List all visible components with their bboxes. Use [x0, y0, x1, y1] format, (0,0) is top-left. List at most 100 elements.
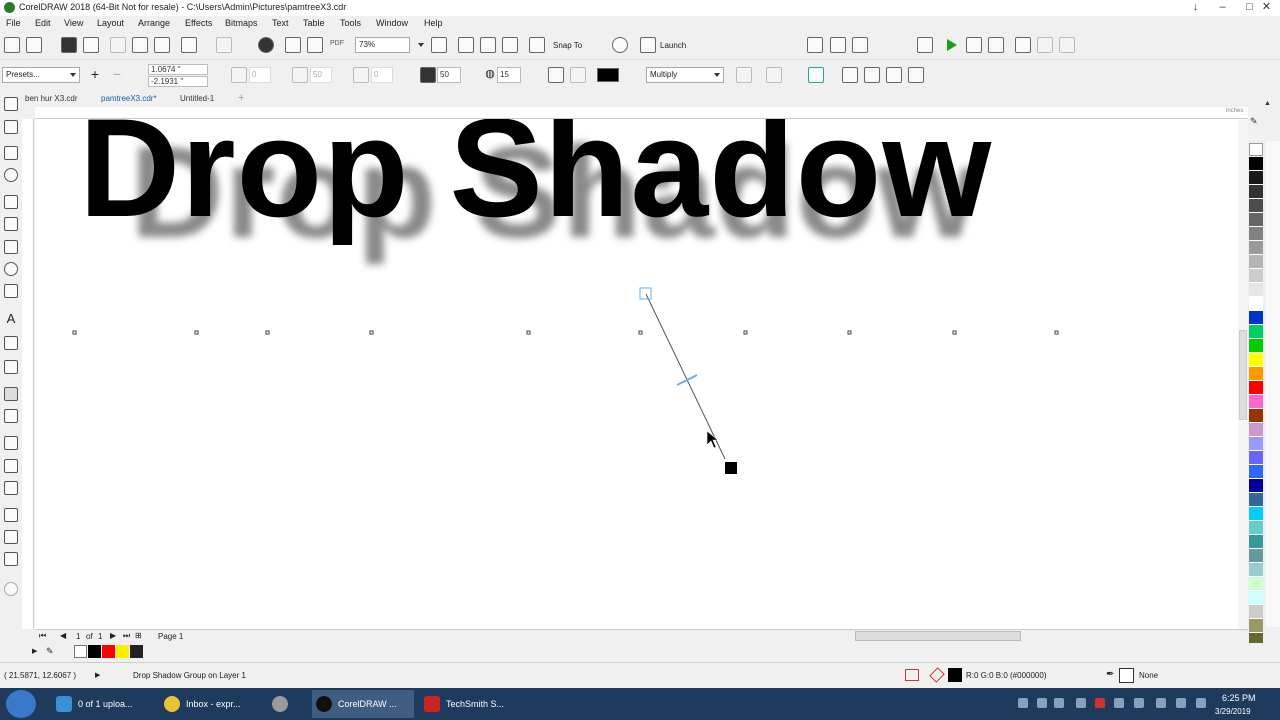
presets-dropdown[interactable]: Presets... — [2, 67, 80, 83]
add-page-icon[interactable]: ⊞ — [135, 631, 142, 640]
palette-swatch[interactable] — [1249, 297, 1263, 311]
shadow-stretch-input[interactable]: 50 — [310, 67, 332, 83]
copy-shadow-properties-icon[interactable] — [736, 67, 752, 83]
show-guidelines-icon[interactable] — [502, 37, 518, 53]
palette-swatch[interactable] — [1249, 507, 1263, 521]
menu-file[interactable]: File — [6, 18, 21, 28]
menu-help[interactable]: Help — [424, 18, 443, 28]
macro-record-icon[interactable] — [966, 37, 982, 53]
palette-swatch[interactable] — [1249, 395, 1263, 409]
palette-swatch[interactable] — [1249, 577, 1263, 591]
palette-scroll-up-icon[interactable]: ▲ — [1264, 100, 1278, 112]
tray-icon-2[interactable] — [1037, 698, 1047, 708]
palette-swatch[interactable] — [1249, 521, 1263, 535]
snap-off-icon[interactable] — [529, 37, 545, 53]
parallel-dimension-icon[interactable] — [4, 336, 18, 350]
snap-to-dropdown[interactable]: Snap To — [553, 41, 582, 50]
taskbar-coreldraw[interactable]: CorelDRAW ... — [312, 690, 414, 718]
publish-pdf-icon[interactable]: PDF — [330, 40, 344, 47]
connector-tool-icon[interactable] — [4, 360, 18, 374]
palette-swatch[interactable] — [1249, 157, 1263, 171]
launch-dropdown[interactable]: Launch — [660, 41, 686, 50]
palette-swatch[interactable] — [1249, 493, 1263, 507]
palette-swatch[interactable] — [1249, 353, 1263, 367]
palette-swatch[interactable] — [1249, 465, 1263, 479]
text-tool-extra-icon[interactable] — [807, 37, 823, 53]
palette-swatch[interactable] — [1249, 269, 1263, 283]
show-rulers-icon[interactable] — [458, 37, 474, 53]
horizontal-scroll-thumb[interactable] — [855, 631, 1021, 641]
eyedropper-tool-icon[interactable] — [4, 436, 18, 450]
tab-untitled[interactable]: Untitled-1 — [180, 94, 214, 103]
color-eyedropper-icon[interactable] — [4, 530, 18, 544]
freehand-tool-icon[interactable] — [4, 195, 18, 209]
text-tool-icon[interactable]: A — [4, 311, 18, 326]
rectangle-tool-icon[interactable] — [4, 240, 18, 254]
palette-swatch[interactable] — [1249, 255, 1263, 269]
fill-color-swatch[interactable] — [948, 668, 962, 682]
artistic-media-icon[interactable] — [4, 217, 18, 231]
palette-swatch[interactable] — [1249, 171, 1263, 185]
palette-swatch[interactable] — [1249, 591, 1263, 605]
crop-tool-icon[interactable] — [4, 146, 18, 160]
page-tab[interactable]: Page 1 — [158, 632, 183, 641]
options-gear-icon[interactable] — [612, 37, 628, 53]
taskbar-chrome[interactable]: Inbox - expr... — [160, 690, 260, 718]
taskbar-techsmith[interactable]: TechSmith S... — [420, 690, 522, 718]
stop-record-icon[interactable] — [1015, 37, 1031, 53]
palette-swatch[interactable] — [1249, 213, 1263, 227]
ellipse-tool-icon[interactable] — [4, 262, 18, 276]
palette-swatch[interactable] — [1249, 619, 1263, 633]
palette-swatch[interactable] — [1249, 605, 1263, 619]
drop-shadow-tool-icon[interactable] — [4, 387, 18, 401]
doc-swatch-dark[interactable] — [130, 645, 143, 658]
palette-swatch[interactable] — [1249, 367, 1263, 381]
pick-tool-icon[interactable] — [4, 97, 18, 111]
volume-icon[interactable] — [1176, 698, 1186, 708]
no-outline-swatch-icon[interactable] — [1119, 668, 1134, 683]
drawing-canvas[interactable]: Drop Shadow Drop Shadow — [35, 119, 1238, 629]
palette-swatch[interactable] — [1249, 325, 1263, 339]
palette-swatch[interactable] — [1249, 227, 1263, 241]
menu-window[interactable]: Window — [376, 18, 408, 28]
add-tab-icon[interactable]: + — [238, 92, 244, 104]
remove-effect-icon[interactable] — [908, 67, 924, 83]
save-icon[interactable] — [61, 37, 77, 53]
restore-down-icon[interactable]: ↓ — [1182, 0, 1209, 16]
clock-time[interactable]: 6:25 PM — [1222, 693, 1256, 703]
docker-window-icon[interactable] — [917, 37, 933, 53]
menu-text[interactable]: Text — [272, 18, 289, 28]
tab-pamtree[interactable]: pamtreeX3.cdr* — [101, 94, 157, 103]
taskbar-app[interactable] — [268, 690, 298, 718]
shadow-angle-input[interactable]: 0 — [249, 67, 271, 83]
print-icon[interactable] — [83, 37, 99, 53]
shadow-y-offset-input[interactable]: -2.1931 " — [148, 76, 208, 87]
menu-effects[interactable]: Effects — [185, 18, 212, 28]
zoom-level-dropdown[interactable]: 73% — [355, 37, 410, 53]
palette-swatch[interactable] — [1249, 185, 1263, 199]
vertical-ruler[interactable] — [22, 119, 34, 629]
new-document-icon[interactable] — [4, 37, 20, 53]
add-preset-icon[interactable]: + — [87, 67, 103, 83]
shadow-x-offset-input[interactable]: 1.0674 " — [148, 64, 208, 75]
transparency-tool-icon[interactable] — [4, 409, 18, 423]
remove-preset-icon[interactable]: − — [109, 67, 125, 83]
horizontal-ruler[interactable] — [35, 107, 1248, 119]
copy-icon[interactable] — [132, 37, 148, 53]
tray-icon-4[interactable] — [1076, 698, 1086, 708]
cut-icon[interactable] — [110, 37, 126, 53]
palette-swatch[interactable] — [1249, 409, 1263, 423]
menu-view[interactable]: View — [64, 18, 83, 28]
feather-direction-icon[interactable] — [548, 67, 564, 83]
shape-tool-icon[interactable] — [4, 120, 18, 134]
palette-swatch[interactable] — [1249, 241, 1263, 255]
prev-page-icon[interactable]: ◀ — [60, 631, 66, 640]
menu-layout[interactable]: Layout — [97, 18, 124, 28]
show-grid-icon[interactable] — [480, 37, 496, 53]
palette-swatch[interactable] — [1249, 535, 1263, 549]
palette-swatch[interactable] — [1249, 283, 1263, 297]
palette-swatch[interactable] — [1249, 479, 1263, 493]
palette-swatch[interactable] — [1249, 311, 1263, 325]
tab-ben-hur[interactable]: ben hur X3.cdr — [25, 94, 77, 103]
palette-swatch[interactable] — [1249, 437, 1263, 451]
